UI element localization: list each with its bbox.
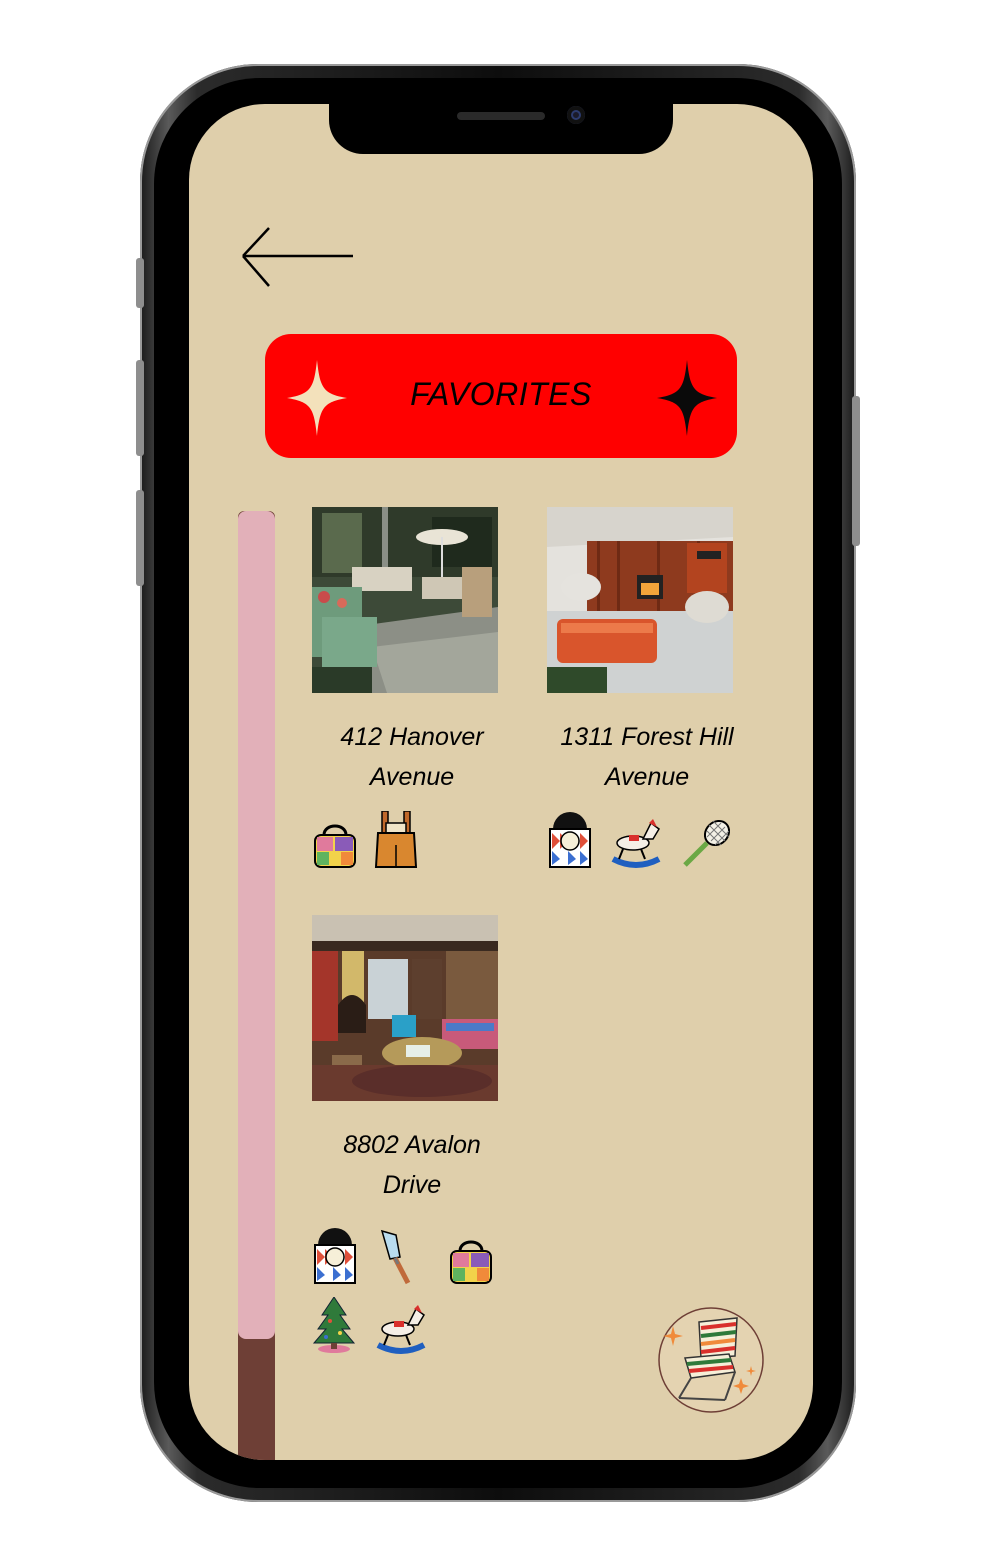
favorite-card[interactable]: 1311 Forest Hill Avenue	[547, 507, 747, 881]
overalls-icon[interactable]	[374, 811, 418, 869]
scrollbar-track[interactable]	[238, 511, 275, 1460]
notch	[329, 104, 673, 154]
favorite-tags	[312, 1227, 512, 1377]
wood-panel-living-room-photo[interactable]	[547, 507, 733, 693]
back-button[interactable]	[241, 226, 355, 293]
screen: FAVORITES 412 Hanover Avenue 1311 Forest…	[189, 104, 813, 1460]
favorite-address: 8802 Avalon Drive	[343, 1131, 481, 1199]
front-camera	[567, 106, 585, 124]
mute-switch	[136, 258, 144, 308]
favorite-card[interactable]: 8802 Avalon Drive	[312, 915, 512, 1377]
rocking-horse-icon[interactable]	[609, 817, 663, 869]
favorites-banner: FAVORITES	[265, 334, 737, 458]
speaker-grille	[457, 112, 545, 120]
back-arrow-icon	[242, 227, 353, 287]
vinyl-record-bag-icon[interactable]	[312, 1227, 358, 1285]
trowel-icon[interactable]	[378, 1229, 418, 1287]
sunroom-patio-photo[interactable]	[312, 507, 498, 693]
patchwork-bag-icon[interactable]	[312, 821, 358, 871]
tennis-racket-icon[interactable]	[681, 815, 735, 869]
scrollbar-thumb[interactable]	[238, 511, 275, 1339]
volume-up-button	[136, 360, 144, 456]
lawn-chair-icon[interactable]	[655, 1304, 767, 1416]
volume-down-button	[136, 490, 144, 586]
favorite-card[interactable]: 412 Hanover Avenue	[312, 507, 512, 881]
vinyl-record-bag-icon[interactable]	[547, 811, 593, 869]
favorite-address: 1311 Forest Hill Avenue	[560, 723, 734, 791]
patchwork-bag-icon[interactable]	[448, 1237, 494, 1287]
sparkle-icon	[657, 360, 717, 436]
favorite-tags	[312, 811, 512, 881]
rocking-horse-icon[interactable]	[374, 1303, 428, 1355]
power-button	[852, 396, 860, 546]
retro-fireplace-living-room-photo[interactable]	[312, 915, 498, 1101]
christmas-tree-icon[interactable]	[312, 1297, 356, 1355]
favorite-tags	[547, 811, 747, 881]
favorite-address: 412 Hanover Avenue	[340, 723, 484, 791]
